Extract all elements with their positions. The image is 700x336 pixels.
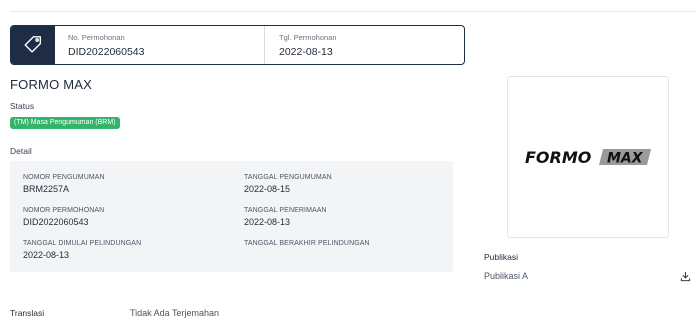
application-number-label: No. Permohonan [68, 33, 125, 42]
mark-logo-image: FORMO MAX [507, 76, 669, 238]
publication-item[interactable]: Publikasi A [484, 271, 528, 281]
detail-field-label: TANGGAL DIMULAI PELINDUNGAN [23, 240, 142, 247]
detail-field-value: 2022-08-13 [244, 217, 291, 227]
detail-field-label: NOMOR PENGUMUMAN [23, 174, 105, 181]
application-icon-box [11, 26, 55, 64]
tag-icon [24, 36, 42, 53]
application-number-value: DID2022060543 [68, 46, 145, 58]
translation-label: Translasi [10, 308, 45, 318]
detail-field-label: TANGGAL PENGUMUMAN [244, 174, 332, 181]
detail-field-protection-end: TANGGAL BERAKHIR PELINDUNGAN [244, 239, 370, 249]
detail-field-value: 2022-08-15 [244, 184, 291, 194]
application-date-field: Tgl. Permohonan 2022-08-13 [265, 26, 337, 64]
application-number-field: No. Permohonan DID2022060543 [55, 26, 265, 64]
application-summary-card: No. Permohonan DID2022060543 Tgl. Permoh… [10, 25, 465, 65]
download-icon[interactable] [680, 271, 691, 282]
mark-title: FORMO MAX [10, 77, 92, 92]
status-label: Status [10, 101, 35, 111]
detail-field-value: 2022-08-13 [23, 250, 70, 260]
detail-field-label: NOMOR PERMOHONAN [23, 207, 105, 214]
detail-panel: NOMOR PENGUMUMAN BRM2257A TANGGAL PENGUM… [10, 161, 453, 272]
top-divider [10, 11, 696, 12]
status-badge: (TM) Masa Pengumuman (BRM) [10, 117, 120, 129]
detail-heading: Detail [10, 146, 32, 156]
svg-text:FORMO: FORMO [525, 148, 592, 167]
formo-max-logo: FORMO MAX [525, 148, 651, 167]
detail-field-protection-start: TANGGAL DIMULAI PELINDUNGAN 2022-08-13 [23, 239, 141, 261]
detail-field-receipt-date: TANGGAL PENERIMAAN 2022-08-13 [244, 206, 327, 228]
detail-field-label: TANGGAL PENERIMAAN [244, 207, 327, 214]
application-date-label: Tgl. Permohonan [279, 33, 337, 42]
detail-field-announcement-date: TANGGAL PENGUMUMAN 2022-08-15 [244, 173, 332, 195]
detail-field-value: BRM2257A [23, 184, 70, 194]
detail-field-application-number: NOMOR PERMOHONAN DID2022060543 [23, 206, 104, 228]
detail-field-value: DID2022060543 [23, 217, 89, 227]
translation-value: Tidak Ada Terjemahan [130, 308, 220, 318]
svg-text:MAX: MAX [607, 151, 644, 167]
detail-field-label: TANGGAL BERAKHIR PELINDUNGAN [244, 240, 370, 247]
publication-heading: Publikasi [484, 252, 519, 262]
application-date-value: 2022-08-13 [279, 46, 333, 58]
detail-field-announcement-number: NOMOR PENGUMUMAN BRM2257A [23, 173, 105, 195]
